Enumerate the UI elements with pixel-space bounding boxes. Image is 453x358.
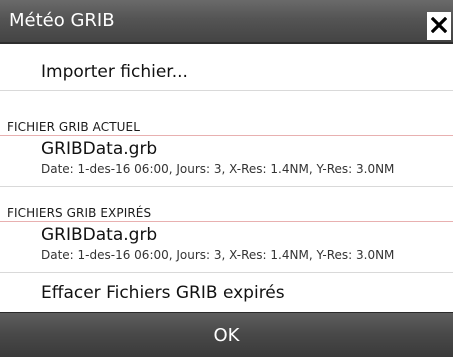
close-icon [431,17,447,33]
expired-files-heading: FICHIERS GRIB EXPIRÉS [7,206,152,220]
current-file-meta: Date: 1-des-16 06:00, Jours: 3, X-Res: 1… [41,162,395,176]
delete-expired-files-button[interactable]: Effacer Fichiers GRIB expirés [41,283,285,303]
dialog-footer: OK [0,312,453,357]
grib-weather-dialog: Météo GRIB Importer fichier... FICHIER G… [0,0,453,357]
section-divider [0,135,453,136]
close-button[interactable] [427,12,451,40]
current-file-name: GRIBData.grb [41,139,158,159]
dialog-title: Météo GRIB [9,10,115,31]
expired-file-name: GRIBData.grb [41,225,158,245]
ok-button[interactable]: OK [0,313,453,358]
dialog-titlebar: Météo GRIB [0,0,453,44]
expired-file-meta: Date: 1-des-16 06:00, Jours: 3, X-Res: 1… [41,248,395,262]
divider [0,272,453,273]
import-file-button[interactable]: Importer fichier... [41,62,188,82]
divider [0,90,453,91]
section-divider [0,221,453,222]
current-file-heading: FICHIER GRIB ACTUEL [7,120,140,134]
divider [0,186,453,187]
